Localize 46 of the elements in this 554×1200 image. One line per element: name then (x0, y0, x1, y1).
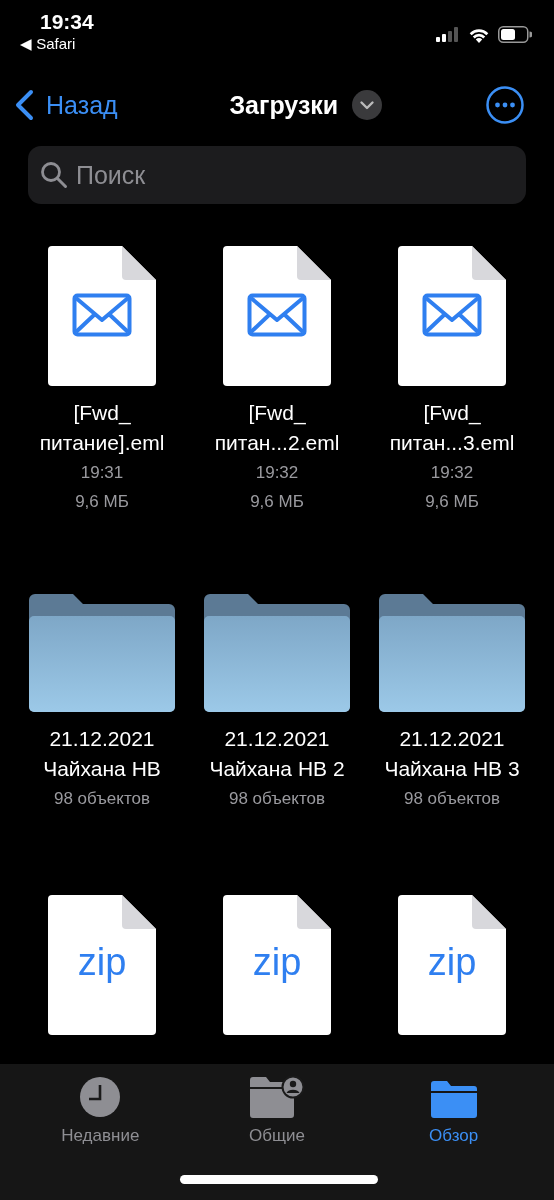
file-detail: 19:32 (255, 462, 299, 484)
chevron-left-icon (14, 89, 34, 121)
folder-icon (430, 1080, 477, 1118)
tab[interactable]: Обзор (365, 1074, 542, 1146)
clock-icon (79, 1076, 122, 1118)
file-name: [Fwd_ питание].eml (39, 400, 165, 456)
signal-icon (436, 27, 460, 42)
file-detail: 9,6 МБ (250, 491, 304, 513)
file-name: 21.12.2021 Чайхана НВ (43, 726, 161, 782)
chevron-down-icon[interactable] (352, 90, 383, 120)
zip-file-icon[interactable] (48, 895, 156, 1035)
folder-icon[interactable] (204, 594, 350, 712)
wifi-icon (468, 26, 490, 43)
shared-folder-icon (250, 1076, 304, 1118)
search-icon (40, 161, 68, 189)
file-detail: 98 объектов (403, 788, 501, 810)
file-detail: 98 объектов (53, 788, 151, 810)
email-file-icon[interactable] (398, 246, 506, 386)
file-detail: 98 объектов (228, 788, 326, 810)
tab[interactable]: Недавние (12, 1074, 189, 1146)
file-name: [Fwd_ питан...2.eml (214, 400, 340, 456)
folder-icon[interactable] (29, 594, 175, 712)
zip-file-label: zip (76, 940, 128, 985)
file-detail: 9,6 МБ (425, 491, 479, 513)
file-name: 21.12.2021 Чайхана НВ 2 (209, 726, 345, 782)
search-bar[interactable]: Поиск (28, 146, 526, 204)
file-name: [Fwd_ питан...3.eml (389, 400, 515, 456)
zip-file-icon[interactable] (223, 895, 331, 1035)
zip-file-label: zip (251, 940, 303, 985)
zip-file-label: zip (426, 940, 478, 985)
file-detail: 9,6 МБ (75, 491, 129, 513)
search-field[interactable]: Поиск (76, 160, 514, 190)
file-name: 21.12.2021 Чайхана НВ 3 (384, 726, 520, 782)
email-file-icon[interactable] (223, 246, 331, 386)
clock-time: 19:34 (39, 10, 94, 34)
file-detail: 19:31 (80, 462, 124, 484)
file-detail: 19:32 (430, 462, 474, 484)
more-icon[interactable] (486, 86, 524, 124)
email-file-icon[interactable] (48, 246, 156, 386)
back-button[interactable]: Назад (14, 89, 118, 121)
battery-icon (498, 26, 532, 43)
tab[interactable]: Общие (188, 1074, 366, 1146)
zip-file-icon[interactable] (398, 895, 506, 1035)
folder-icon[interactable] (379, 594, 525, 712)
back-to-app-link[interactable]: ◀ Safari (20, 34, 94, 54)
folder-title: Загрузки (229, 90, 339, 120)
